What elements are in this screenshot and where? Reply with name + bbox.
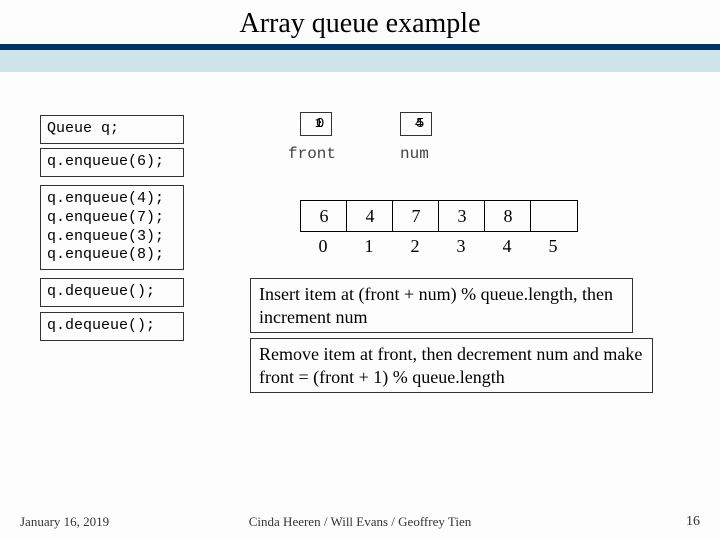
array-index: 0 (300, 236, 346, 257)
code-declare: Queue q; (40, 115, 184, 144)
front-label: front (288, 145, 336, 163)
divider-light (0, 50, 720, 72)
code-enqueue-block: q.enqueue(4); q.enqueue(7); q.enqueue(3)… (40, 185, 184, 270)
array-cell: 4 (346, 200, 394, 232)
num-value-box: 45 (400, 112, 432, 136)
array-cell: 3 (438, 200, 486, 232)
front-value: 10 (301, 113, 331, 135)
note-insert: Insert item at (front + num) % queue.len… (250, 278, 633, 333)
note-remove: Remove item at front, then decrement num… (250, 338, 653, 393)
num-label: num (400, 145, 429, 163)
array-cell: 8 (484, 200, 532, 232)
array-index: 5 (530, 236, 576, 257)
slide: Array queue example Queue q; q.enqueue(6… (0, 0, 720, 540)
array-cell: 7 (392, 200, 440, 232)
code-dequeue-1: q.dequeue(); (40, 278, 184, 307)
array-index: 4 (484, 236, 530, 257)
page-title: Array queue example (0, 0, 720, 44)
array-cell (530, 200, 578, 232)
code-enqueue-6: q.enqueue(6); (40, 148, 184, 177)
footer-credits: Cinda Heeren / Will Evans / Geoffrey Tie… (0, 514, 720, 530)
code-dequeue-2: q.dequeue(); (40, 312, 184, 341)
array-index: 2 (392, 236, 438, 257)
array-index: 1 (346, 236, 392, 257)
num-value: 45 (401, 113, 431, 135)
array-index: 3 (438, 236, 484, 257)
array-cell: 6 (300, 200, 348, 232)
footer-page: 16 (686, 514, 700, 530)
front-value-box: 10 (300, 112, 332, 136)
